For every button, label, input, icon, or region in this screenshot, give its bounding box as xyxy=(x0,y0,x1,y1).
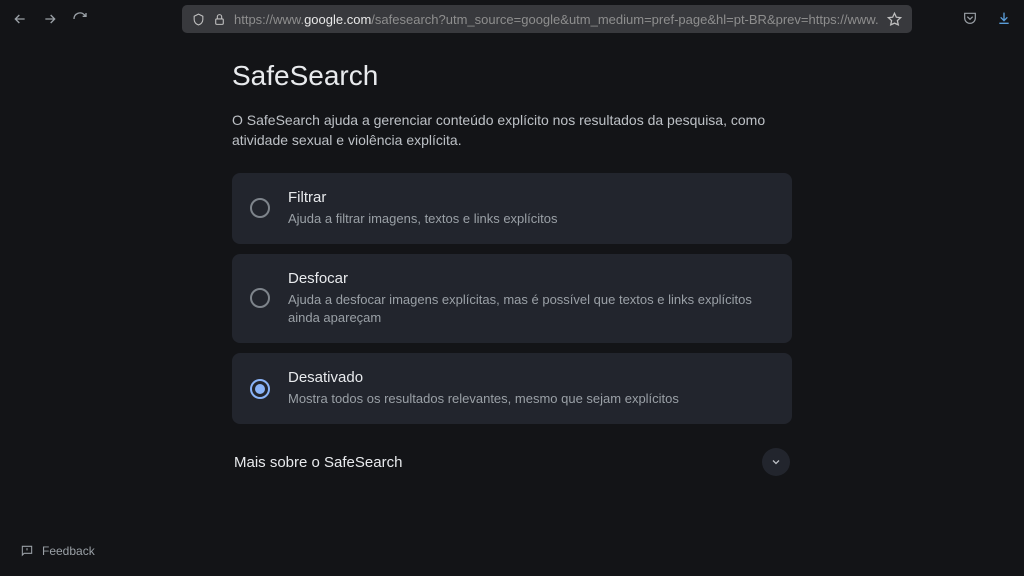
radio-filter[interactable] xyxy=(250,198,270,218)
url-bar[interactable]: https://www.google.com/safesearch?utm_so… xyxy=(182,5,912,33)
feedback-label: Feedback xyxy=(42,544,95,558)
option-title: Desativado xyxy=(288,369,774,386)
browser-toolbar: https://www.google.com/safesearch?utm_so… xyxy=(0,0,1024,38)
page-title: SafeSearch xyxy=(232,60,792,92)
browser-right-icons xyxy=(962,10,1012,31)
option-desc: Ajuda a desfocar imagens explícitas, mas… xyxy=(288,291,774,327)
pocket-icon[interactable] xyxy=(962,10,978,31)
radio-off[interactable] xyxy=(250,379,270,399)
page-description: O SafeSearch ajuda a gerenciar conteúdo … xyxy=(232,110,792,151)
option-blur[interactable]: Desfocar Ajuda a desfocar imagens explíc… xyxy=(232,254,792,343)
lock-icon xyxy=(213,13,226,26)
option-filter[interactable]: Filtrar Ajuda a filtrar imagens, textos … xyxy=(232,173,792,244)
option-title: Filtrar xyxy=(288,189,774,206)
url-text: https://www.google.com/safesearch?utm_so… xyxy=(234,12,879,27)
forward-button[interactable] xyxy=(42,11,58,27)
more-about-safesearch[interactable]: Mais sobre o SafeSearch xyxy=(232,434,792,490)
bookmark-star-icon[interactable] xyxy=(887,12,902,27)
page-content: SafeSearch O SafeSearch ajuda a gerencia… xyxy=(0,38,1024,490)
reload-button[interactable] xyxy=(72,11,88,27)
option-desc: Ajuda a filtrar imagens, textos e links … xyxy=(288,210,774,228)
shield-icon xyxy=(192,13,205,26)
expand-label: Mais sobre o SafeSearch xyxy=(234,454,402,471)
option-title: Desfocar xyxy=(288,270,774,287)
feedback-icon xyxy=(20,544,34,558)
back-button[interactable] xyxy=(12,11,28,27)
chevron-down-icon[interactable] xyxy=(762,448,790,476)
radio-blur[interactable] xyxy=(250,288,270,308)
option-off[interactable]: Desativado Mostra todos os resultados re… xyxy=(232,353,792,424)
download-icon[interactable] xyxy=(996,10,1012,31)
feedback-button[interactable]: Feedback xyxy=(20,544,95,558)
option-desc: Mostra todos os resultados relevantes, m… xyxy=(288,390,774,408)
